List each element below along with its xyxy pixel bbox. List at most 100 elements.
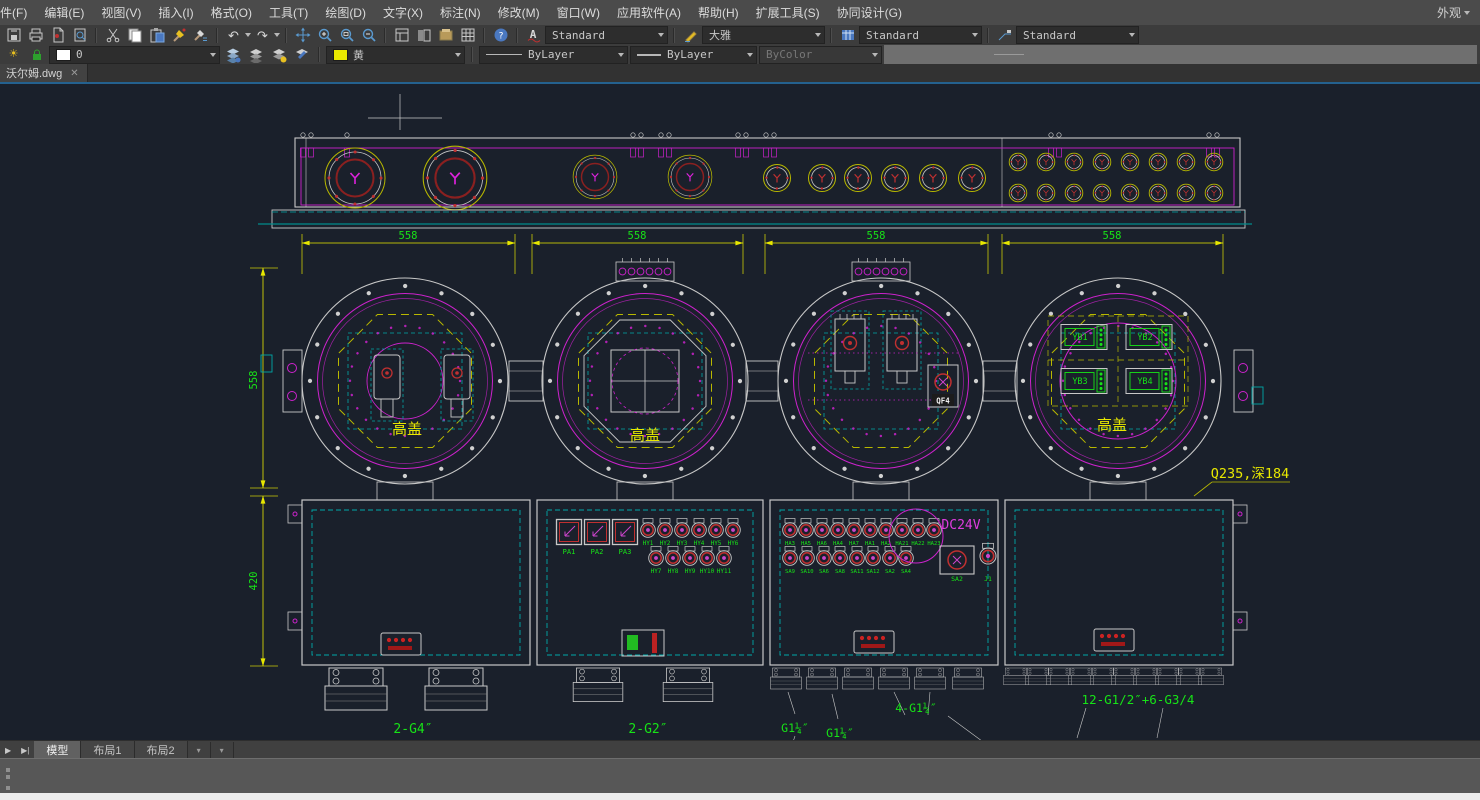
prompt-mark xyxy=(6,768,10,772)
menu-bar: 件(F) 编辑(E) 视图(V) 插入(I) 格式(O) 工具(T) 绘图(D)… xyxy=(0,0,1480,26)
last-tab-button[interactable]: ▶| xyxy=(16,746,34,755)
text-style-combo[interactable]: Standard xyxy=(545,26,668,44)
text-style-icon[interactable]: A xyxy=(523,26,544,44)
save-button[interactable] xyxy=(3,26,24,44)
undo-dropdown[interactable] xyxy=(245,33,251,37)
yb1-label: YB1 xyxy=(1072,333,1087,343)
properties-toolbar: ☀ 0 黄 ByLayer ByLayer ByColor xyxy=(0,45,1480,65)
zoom-realtime-button[interactable] xyxy=(314,26,335,44)
layer-on-icon[interactable]: ☀ xyxy=(3,46,24,64)
paste-button[interactable] xyxy=(146,26,167,44)
svg-text:HY9: HY9 xyxy=(685,568,696,575)
menu-help[interactable]: 帮助(H) xyxy=(698,4,739,21)
menu-edit[interactable]: 编辑(E) xyxy=(44,4,84,21)
sa2-label: SA2 xyxy=(951,575,963,583)
lineweight-combo[interactable]: ByLayer xyxy=(630,46,757,64)
layout-tab-bar: ▶ ▶| 模型 布局1 布局2 ▾ ▾ xyxy=(0,740,1480,759)
drawing-area[interactable]: 558 558 558 558 558 420 高 xyxy=(0,84,1480,740)
tool-palettes-button[interactable] xyxy=(413,26,434,44)
svg-text:SA12: SA12 xyxy=(866,569,879,575)
table-style-combo[interactable]: Standard xyxy=(859,26,982,44)
first-tab-button[interactable]: ▶ xyxy=(0,746,16,755)
menu-apps[interactable]: 应用软件(A) xyxy=(617,4,681,21)
help-button[interactable]: ? xyxy=(490,26,511,44)
svg-text:HA1: HA1 xyxy=(865,541,875,547)
drawing-canvas[interactable]: 558 558 558 558 558 420 高 xyxy=(0,84,1480,740)
menu-file[interactable]: 件(F) xyxy=(0,4,27,21)
linetype-sample xyxy=(486,54,522,55)
tab-layout1[interactable]: 布局1 xyxy=(81,741,134,759)
cover-label-1: 高盖 xyxy=(392,420,422,438)
svg-text:HA7: HA7 xyxy=(849,541,859,547)
empty-dock-area xyxy=(884,45,1477,64)
j1-label: J1 xyxy=(984,575,992,583)
menu-text[interactable]: 文字(X) xyxy=(383,4,423,21)
sheet-set-button[interactable] xyxy=(435,26,456,44)
cut-button[interactable] xyxy=(102,26,123,44)
svg-text:HY6: HY6 xyxy=(728,540,739,547)
qf4-label: QF4 xyxy=(936,397,950,406)
svg-text:HY5: HY5 xyxy=(711,540,722,547)
tab-model[interactable]: 模型 xyxy=(34,741,81,759)
layer-previous-button[interactable] xyxy=(268,46,289,64)
redo-button[interactable]: ↷ xyxy=(252,26,273,44)
copy-button[interactable] xyxy=(124,26,145,44)
appearance-menu[interactable]: 外观 xyxy=(1437,4,1470,21)
menu-draw[interactable]: 绘图(D) xyxy=(325,4,366,21)
layer-lock-icon[interactable] xyxy=(26,46,47,64)
menu-tools[interactable]: 工具(T) xyxy=(269,4,308,21)
plot-button[interactable] xyxy=(25,26,46,44)
page-setup-button[interactable] xyxy=(47,26,68,44)
svg-text:SA4: SA4 xyxy=(901,569,912,575)
table-button[interactable] xyxy=(457,26,478,44)
tab-overflow-2[interactable]: ▾ xyxy=(211,742,234,758)
menu-insert[interactable]: 插入(I) xyxy=(158,4,193,21)
yb4-label: YB4 xyxy=(1137,377,1152,387)
undo-button[interactable]: ↶ xyxy=(223,26,244,44)
menu-view[interactable]: 视图(V) xyxy=(101,4,141,21)
tab-overflow-1[interactable]: ▾ xyxy=(188,742,211,758)
svg-text:HY1: HY1 xyxy=(643,540,654,547)
mleader-style-combo[interactable]: Standard xyxy=(1016,26,1139,44)
lineweight-sample xyxy=(637,54,661,56)
design-center-button[interactable] xyxy=(391,26,412,44)
layer-manager-button[interactable] xyxy=(222,46,243,64)
svg-text:HY8: HY8 xyxy=(668,568,679,575)
svg-text:HA5: HA5 xyxy=(801,541,811,547)
format-painter-button[interactable] xyxy=(168,26,189,44)
menu-express[interactable]: 扩展工具(S) xyxy=(756,4,820,21)
linetype-combo[interactable]: ByLayer xyxy=(479,46,628,64)
layer-states-button[interactable] xyxy=(245,46,266,64)
layer-combo[interactable]: 0 xyxy=(49,46,220,64)
gland-label-3b: G1¼″ xyxy=(826,726,854,740)
print-preview-button[interactable] xyxy=(69,26,90,44)
pan-button[interactable] xyxy=(292,26,313,44)
yb3-label: YB3 xyxy=(1072,377,1087,387)
tab-layout2[interactable]: 布局2 xyxy=(135,741,188,759)
layer-isolate-button[interactable] xyxy=(291,46,312,64)
zoom-previous-button[interactable] xyxy=(358,26,379,44)
color-swatch-yellow xyxy=(333,49,348,61)
color-combo[interactable]: 黄 xyxy=(326,46,465,64)
table-style-icon xyxy=(837,26,858,44)
document-tab[interactable]: 沃尔姆.dwg ✕ xyxy=(0,64,88,82)
menu-modify[interactable]: 修改(M) xyxy=(498,4,540,21)
layer-color-swatch xyxy=(56,49,71,61)
qf4-breaker: QF4 xyxy=(928,365,958,407)
box2-panel: PA1 PA2 PA3 HY1 HY2 HY3 HY4 HY5 HY6 HY7 … xyxy=(557,519,741,576)
cover-label-2: 高盖 xyxy=(630,426,660,444)
command-line[interactable] xyxy=(0,758,1480,794)
match-properties-button[interactable] xyxy=(190,26,211,44)
dim-text-height: 558 xyxy=(248,371,260,390)
redo-dropdown[interactable] xyxy=(274,33,280,37)
menu-format[interactable]: 格式(O) xyxy=(211,4,252,21)
menu-window[interactable]: 窗口(W) xyxy=(557,4,600,21)
dim-style-combo[interactable]: 大雅 xyxy=(702,26,825,44)
close-icon[interactable]: ✕ xyxy=(70,68,78,79)
menu-collab[interactable]: 协同设计(G) xyxy=(837,4,902,21)
zoom-window-button[interactable] xyxy=(336,26,357,44)
flange-4: YB1 YB2 YB3 YB4 高盖 xyxy=(1015,278,1221,484)
svg-text:HA3: HA3 xyxy=(785,541,795,547)
svg-text:HY3: HY3 xyxy=(677,540,688,547)
menu-dimension[interactable]: 标注(N) xyxy=(440,4,481,21)
